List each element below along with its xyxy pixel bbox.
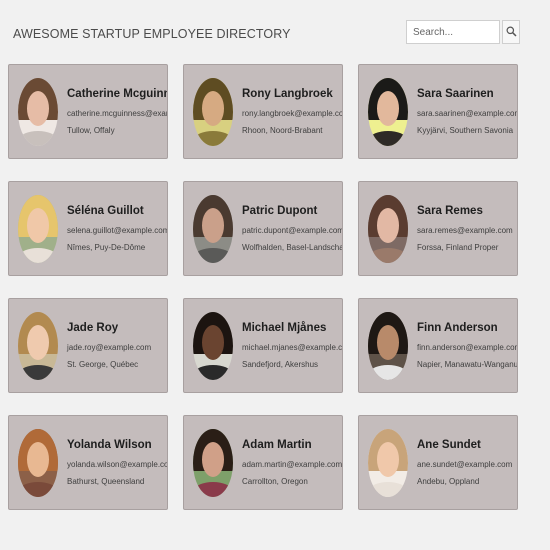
employee-location: Sandefjord, Akershus	[242, 360, 319, 369]
employee-name: Sara Saarinen	[417, 88, 494, 100]
employee-name: Michael Mjånes	[242, 322, 327, 334]
employee-name: Yolanda Wilson	[67, 439, 152, 451]
employee-email: sara.saarinen@example.com	[417, 109, 518, 118]
employee-location: Napier, Manawatu-Wanganui	[417, 360, 518, 369]
avatar	[368, 194, 408, 263]
avatar	[18, 311, 58, 380]
page-title: AWESOME STARTUP EMPLOYEE DIRECTORY	[13, 27, 291, 41]
avatar	[18, 77, 58, 146]
avatar	[193, 194, 233, 263]
employee-location: Bathurst, Queensland	[67, 477, 145, 486]
avatar	[193, 77, 233, 146]
employee-location: Kyyjärvi, Southern Savonia	[417, 126, 514, 135]
employee-card[interactable]: Yolanda Wilson yolanda.wilson@example.co…	[8, 415, 168, 510]
employee-email: ane.sundet@example.com	[417, 460, 513, 469]
avatar	[368, 428, 408, 497]
employee-email: yolanda.wilson@example.com	[67, 460, 168, 469]
employee-name: Rony Langbroek	[242, 88, 333, 100]
search-button[interactable]	[502, 20, 520, 44]
employee-email: michael.mjanes@example.com	[242, 343, 343, 352]
avatar	[18, 194, 58, 263]
employee-email: adam.martin@example.com	[242, 460, 343, 469]
employee-card[interactable]: Patric Dupont patric.dupont@example.com …	[183, 181, 343, 276]
employee-name: Adam Martin	[242, 439, 312, 451]
employee-card[interactable]: Séléna Guillot selena.guillot@example.co…	[8, 181, 168, 276]
employee-location: Andebu, Oppland	[417, 477, 480, 486]
employee-email: patric.dupont@example.com	[242, 226, 343, 235]
employee-location: Rhoon, Noord-Brabant	[242, 126, 323, 135]
avatar	[193, 311, 233, 380]
employee-name: Finn Anderson	[417, 322, 498, 334]
employee-name: Sara Remes	[417, 205, 483, 217]
employee-card[interactable]: Rony Langbroek rony.langbroek@example.co…	[183, 64, 343, 159]
employee-location: Nîmes, Puy-De-Dôme	[67, 243, 146, 252]
employee-card[interactable]: Jade Roy jade.roy@example.com St. George…	[8, 298, 168, 393]
employee-card[interactable]: Adam Martin adam.martin@example.com Carr…	[183, 415, 343, 510]
employee-card[interactable]: Ane Sundet ane.sundet@example.com Andebu…	[358, 415, 518, 510]
avatar	[368, 311, 408, 380]
avatar	[18, 428, 58, 497]
employee-card[interactable]: Catherine Mcguinness catherine.mcguinnes…	[8, 64, 168, 159]
employee-location: Forssa, Finland Proper	[417, 243, 499, 252]
employee-name: Catherine Mcguinness	[67, 88, 167, 100]
employee-email: selena.guillot@example.com	[67, 226, 168, 235]
employee-grid: Catherine Mcguinness catherine.mcguinnes…	[8, 64, 518, 510]
employee-email: rony.langbroek@example.com	[242, 109, 343, 118]
magnifier-icon	[506, 25, 517, 40]
employee-email: jade.roy@example.com	[67, 343, 152, 352]
avatar	[368, 77, 408, 146]
employee-name: Jade Roy	[67, 322, 119, 334]
employee-location: St. George, Québec	[67, 360, 139, 369]
employee-card[interactable]: Michael Mjånes michael.mjanes@example.co…	[183, 298, 343, 393]
employee-card[interactable]: Sara Remes sara.remes@example.com Forssa…	[358, 181, 518, 276]
employee-card[interactable]: Finn Anderson finn.anderson@example.com …	[358, 298, 518, 393]
employee-email: catherine.mcguinness@example.com	[67, 109, 167, 118]
employee-location: Wolfhalden, Basel-Landschaft	[242, 243, 343, 252]
search-bar	[406, 20, 520, 44]
employee-card[interactable]: Sara Saarinen sara.saarinen@example.com …	[358, 64, 518, 159]
search-input[interactable]	[406, 20, 500, 44]
employee-email: finn.anderson@example.com	[417, 343, 518, 352]
employee-location: Tullow, Offaly	[67, 126, 115, 135]
employee-name: Patric Dupont	[242, 205, 318, 217]
employee-location: Carrollton, Oregon	[242, 477, 308, 486]
avatar	[193, 428, 233, 497]
employee-name: Ane Sundet	[417, 439, 481, 451]
employee-email: sara.remes@example.com	[417, 226, 513, 235]
employee-name: Séléna Guillot	[67, 205, 144, 217]
